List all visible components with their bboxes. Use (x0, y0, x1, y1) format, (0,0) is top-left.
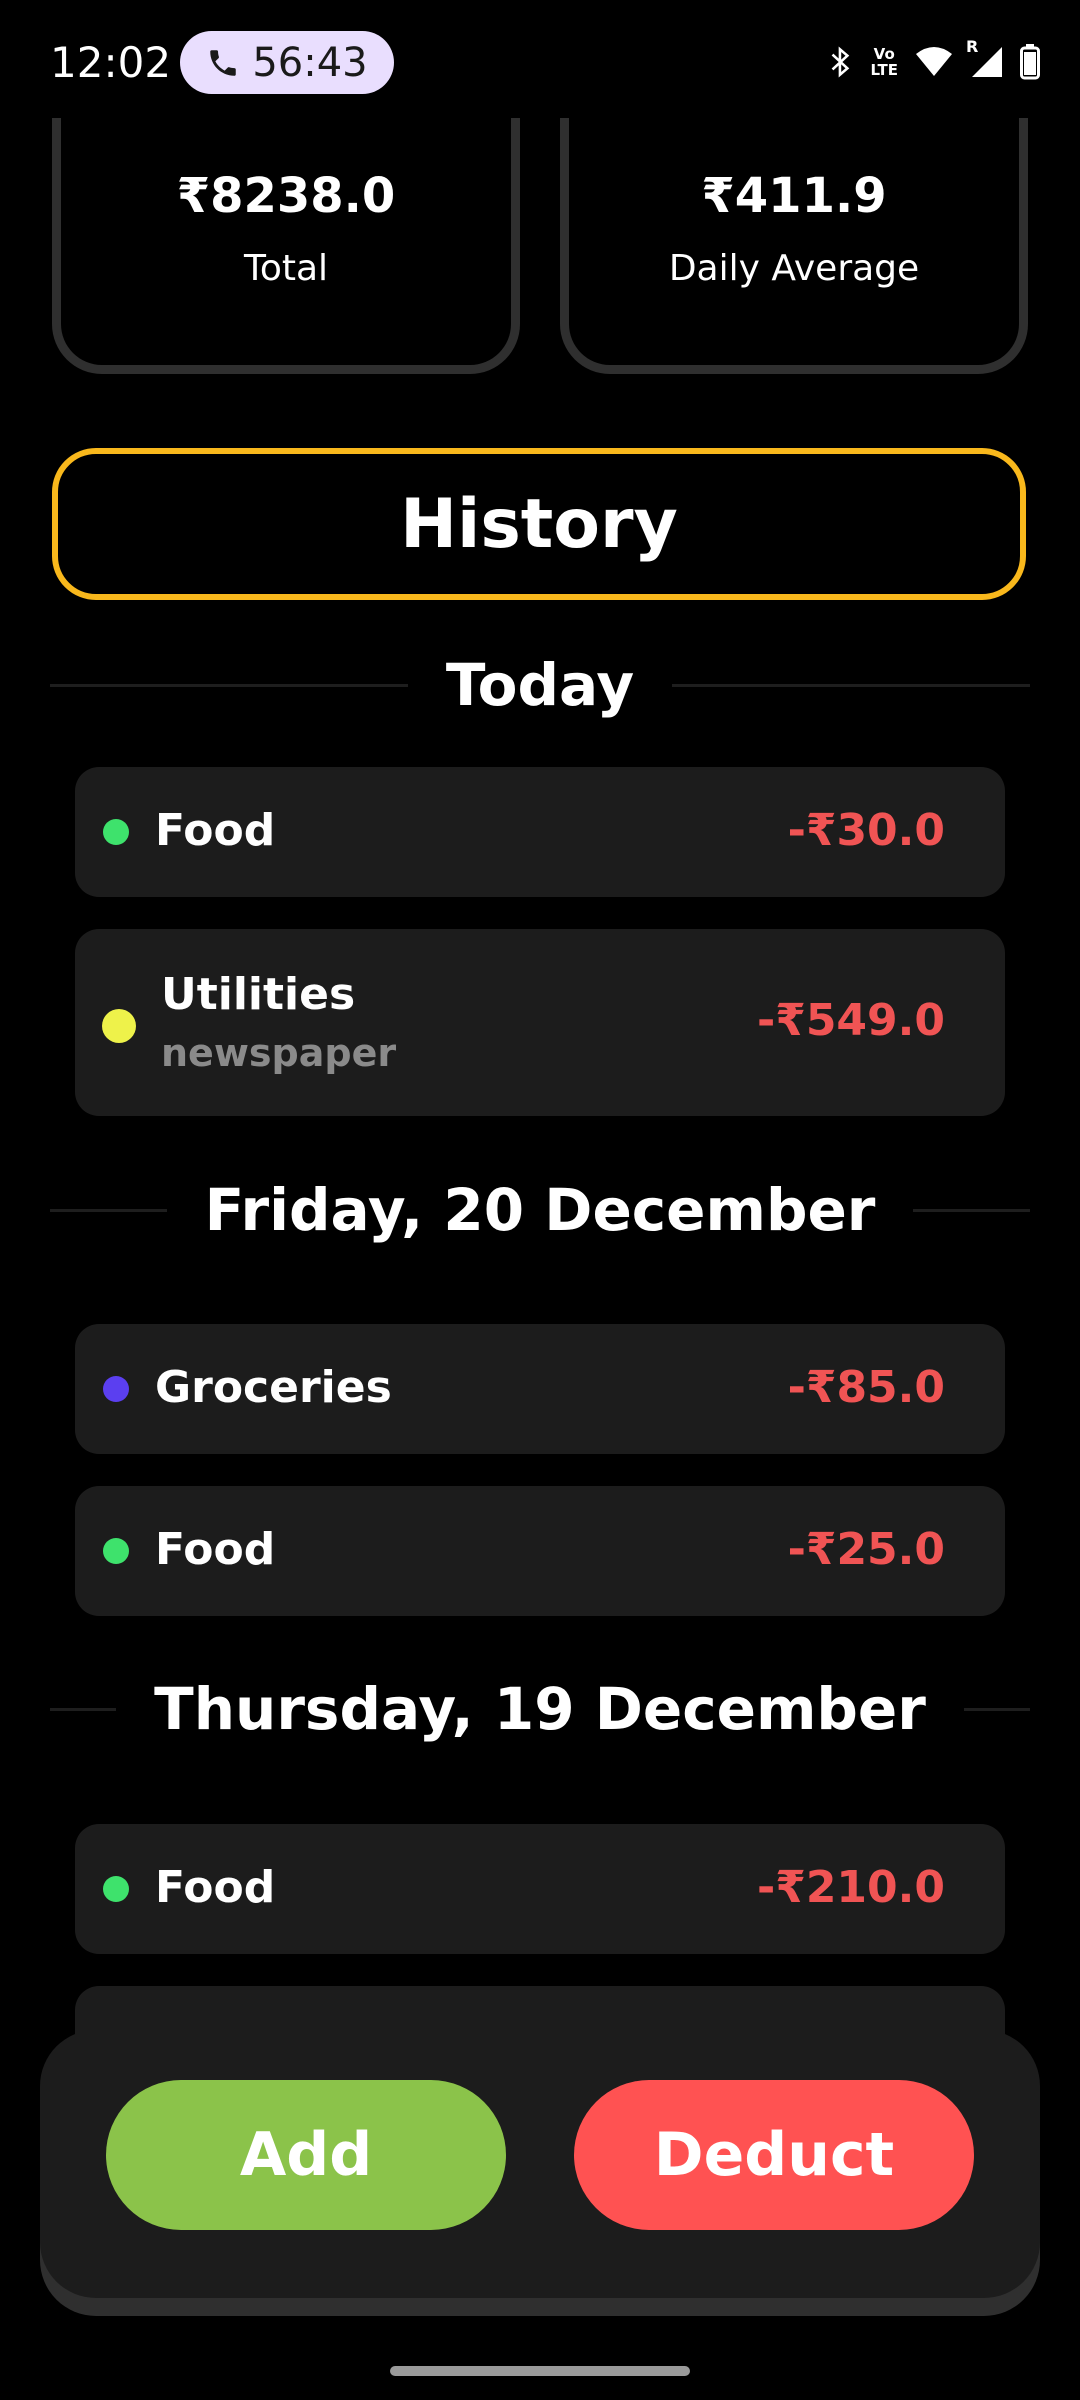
divider (50, 683, 408, 687)
category-dot (103, 1538, 129, 1564)
status-icons: Vo LTE R (828, 37, 1040, 84)
total-label: Total (243, 248, 329, 289)
transaction-amount: -₹85.0 (787, 1362, 945, 1413)
volte-icon: Vo LTE (870, 45, 898, 79)
divider (913, 1208, 1031, 1212)
daily-average-label: Daily Average (668, 248, 920, 289)
transaction-category: Utilities (161, 969, 356, 1020)
signal-icon: R (966, 37, 1004, 79)
transaction-row[interactable]: Food -₹210.0 (75, 1824, 1005, 1954)
roaming-indicator: R (966, 37, 979, 56)
transaction-category: Food (155, 1862, 276, 1913)
divider (50, 1707, 117, 1711)
transaction-row[interactable]: Food -₹30.0 (75, 767, 1005, 897)
bluetooth-icon (832, 46, 850, 78)
battery-icon (1020, 44, 1040, 80)
date-separator: Today (50, 640, 1031, 730)
transaction-amount: -₹549.0 (756, 995, 945, 1046)
call-timer: 56:43 (252, 39, 368, 86)
status-bar: 12:02 56:43 Vo LTE R (0, 0, 1080, 118)
date-separator: Friday, 20 December (50, 1165, 1031, 1255)
transaction-row[interactable]: Groceries -₹85.0 (75, 1324, 1005, 1454)
wifi-icon (916, 47, 952, 76)
transaction-category: Food (155, 805, 276, 856)
daily-average-value: ₹411.9 (701, 168, 887, 224)
category-dot (102, 1009, 136, 1043)
transaction-note: newspaper (161, 1031, 397, 1075)
transaction-row[interactable]: Utilities newspaper -₹549.0 (75, 929, 1005, 1116)
home-indicator[interactable] (390, 2366, 690, 2376)
category-dot (103, 1376, 129, 1402)
action-bar: Add Deduct (40, 2030, 1040, 2298)
deduct-button[interactable]: Deduct (574, 2080, 974, 2230)
transaction-amount: -₹25.0 (787, 1524, 945, 1575)
date-separator: Thursday, 19 December (50, 1664, 1031, 1754)
transaction-category: Groceries (155, 1362, 392, 1413)
transaction-row[interactable]: Food -₹25.0 (75, 1486, 1005, 1616)
divider (672, 683, 1031, 687)
date-header: Today (445, 651, 635, 719)
transaction-amount: -₹30.0 (787, 805, 945, 856)
add-button[interactable]: Add (106, 2080, 506, 2230)
divider (50, 1208, 167, 1212)
category-dot (103, 1876, 129, 1902)
transaction-category: Food (155, 1524, 276, 1575)
total-value: ₹8238.0 (176, 168, 396, 224)
divider (963, 1707, 1031, 1711)
status-time: 12:02 (50, 38, 172, 87)
phone-icon (210, 49, 237, 76)
transaction-amount: -₹210.0 (756, 1862, 945, 1913)
date-header: Friday, 20 December (204, 1176, 876, 1244)
history-button[interactable]: History (52, 448, 1026, 600)
date-header: Thursday, 19 December (154, 1675, 926, 1743)
category-dot (103, 819, 129, 845)
ongoing-call-pill[interactable]: 56:43 (180, 31, 394, 94)
